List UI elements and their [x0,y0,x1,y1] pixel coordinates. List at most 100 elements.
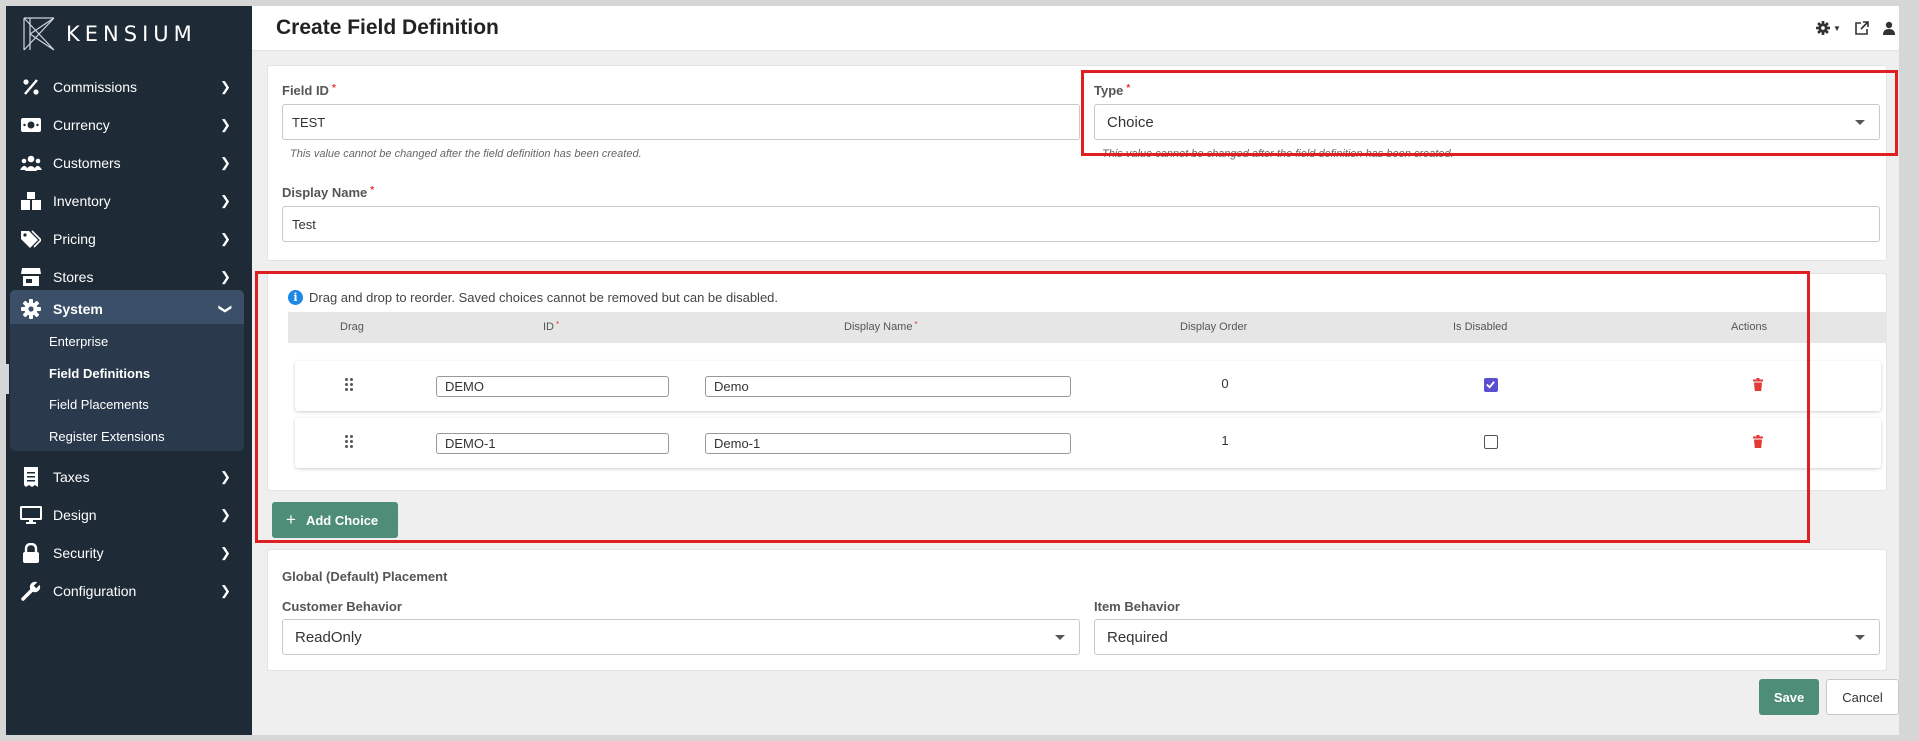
item-behavior-select[interactable]: Required [1094,619,1880,655]
users-icon [20,152,42,174]
customer-behavior-label: Customer Behavior [282,599,402,614]
choices-table-header: Drag ID * Display Name * Display Order Is … [288,312,1887,343]
sidebar-item-security[interactable]: Security ❯ [6,534,252,572]
column-header-actions: Actions [1731,321,1768,333]
field-id-label: Field ID * [282,83,336,98]
add-choice-label: Add Choice [305,512,379,528]
subnav-item-register-extensions[interactable]: Register Extensions [49,429,165,444]
sidebar-item-label: Design [53,507,97,523]
sidebar-item-label: Customers [53,155,121,171]
sidebar-item-label: Stores [53,269,94,285]
sidebar-item-configuration[interactable]: Configuration ❯ [6,572,252,610]
boxes-icon [20,190,42,212]
field-id-input[interactable]: TEST [282,104,1080,140]
choice-id-input[interactable]: DEMO [436,376,669,397]
sidebar-item-label: Pricing [53,231,96,247]
column-header-display-order: Display Order [1180,321,1248,333]
sidebar-item-label: Configuration [53,583,137,599]
user-dropdown-icon[interactable]: ▼ [1882,19,1899,37]
brand-name: KENSIUM [66,22,197,46]
chevron-right-icon: ❯ [220,231,231,246]
info-icon: i [288,290,303,305]
subnav-item-field-definitions[interactable]: Field Definitions [49,366,150,381]
sidebar-item-customers[interactable]: Customers ❯ [6,144,252,182]
choice-id-input[interactable]: DEMO-1 [436,433,669,454]
subnav-item-field-placements[interactable]: Field Placements [49,397,149,412]
kensium-logo[interactable]: KENSIUM [22,14,197,54]
sidebar-item-inventory[interactable]: Inventory ❯ [6,182,252,220]
drag-handle-icon[interactable] [345,435,353,449]
dropdown-caret-icon [1855,635,1865,640]
sidebar-item-label: Security [53,545,104,561]
save-button[interactable]: Save [1759,679,1819,715]
sidebar-item-taxes[interactable]: Taxes ❯ [6,458,252,496]
gear-dropdown-icon[interactable]: ▼ [1816,19,1841,37]
gear-icon [20,298,42,320]
sidebar-item-commissions[interactable]: Commissions ❯ [6,68,252,106]
monitor-icon [20,504,42,526]
choice-row[interactable]: DEMO Demo 0 [295,361,1881,411]
type-label: Type * [1094,83,1131,98]
column-header-is-disabled: Is Disabled [1453,321,1508,333]
sidebar: KENSIUM Commissions ❯ Currency ❯ Custome… [6,6,252,735]
field-id-hint: This value cannot be changed after the f… [290,148,642,160]
page-title: Create Field Definition [276,16,499,39]
sidebar-item-system[interactable]: System ❯ [10,290,244,328]
customer-behavior-select[interactable]: ReadOnly [282,619,1080,655]
sidebar-item-currency[interactable]: Currency ❯ [6,106,252,144]
lock-icon [20,542,42,564]
delete-icon[interactable] [1753,435,1763,448]
choice-display-name-input[interactable]: Demo [705,376,1071,397]
sidebar-item-pricing[interactable]: Pricing ❯ [6,220,252,258]
item-behavior-label: Item Behavior [1094,599,1180,614]
cancel-button[interactable]: Cancel [1826,679,1899,715]
sidebar-item-label: System [53,301,103,317]
sidebar-item-label: Currency [53,117,110,133]
chevron-right-icon: ❯ [220,117,231,132]
chevron-right-icon: ❯ [220,193,231,208]
external-link-icon[interactable] [1855,19,1869,37]
type-hint: This value cannot be changed after the f… [1102,148,1454,160]
chevron-right-icon: ❯ [220,155,231,170]
choices-info-text: Drag and drop to reorder. Saved choices … [309,290,779,305]
subnav-item-enterprise[interactable]: Enterprise [49,334,108,349]
placement-title: Global (Default) Placement [282,569,448,584]
sidebar-item-label: Commissions [53,79,138,95]
column-header-display-name: Display Name * [844,320,918,333]
is-disabled-checkbox[interactable] [1484,378,1498,392]
is-disabled-checkbox[interactable] [1484,435,1498,449]
chevron-right-icon: ❯ [220,545,231,560]
add-choice-button[interactable]: + Add Choice [272,502,398,538]
sidebar-item-design[interactable]: Design ❯ [6,496,252,534]
column-header-drag: Drag [340,321,364,333]
display-name-label: Display Name * [282,185,375,200]
kensium-logo-mark [23,17,55,51]
choice-display-order: 1 [1221,433,1229,448]
chevron-right-icon: ❯ [220,269,231,284]
sidebar-item-label: Taxes [53,469,90,485]
chevron-right-icon: ❯ [220,79,231,94]
column-header-id: ID * [543,320,560,333]
dropdown-caret-icon [1855,120,1865,125]
chevron-right-icon: ❯ [220,507,231,522]
sidebar-item-label: Inventory [53,193,111,209]
active-indicator [6,364,9,394]
drag-handle-icon[interactable] [345,378,353,392]
type-select[interactable]: Choice [1094,104,1880,140]
dropdown-caret-icon [1055,635,1065,640]
percent-icon [20,76,42,98]
choice-display-name-input[interactable]: Demo-1 [705,433,1071,454]
choice-display-order: 0 [1221,376,1229,391]
chevron-down-icon: ❯ [218,303,234,315]
choice-row[interactable]: DEMO-1 Demo-1 1 [295,418,1881,468]
app-window: KENSIUM Commissions ❯ Currency ❯ Custome… [6,6,1899,735]
page-header: Create Field Definition ▼ ▼ [252,6,1899,51]
tags-icon [20,228,42,250]
chevron-right-icon: ❯ [220,469,231,484]
wrench-icon [20,580,42,602]
money-icon [20,114,42,136]
display-name-input[interactable]: Test [282,206,1880,242]
store-icon [20,266,42,288]
plus-icon: + [286,510,296,529]
delete-icon[interactable] [1753,378,1763,391]
